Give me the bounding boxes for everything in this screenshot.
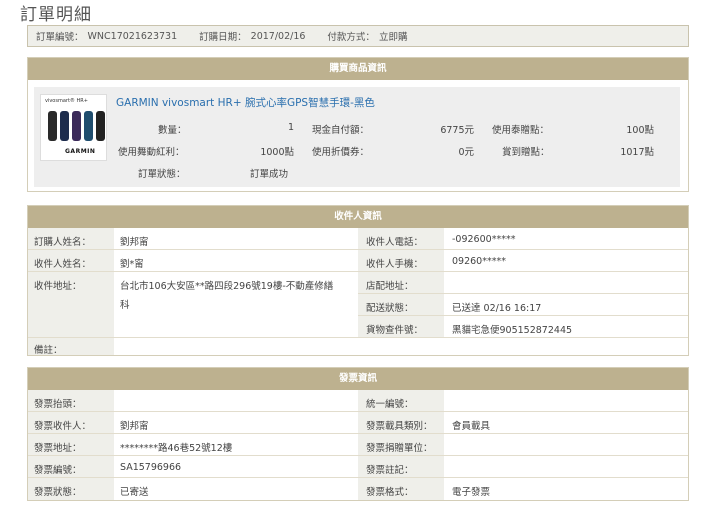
invoice-number-value: SA15796966 (120, 462, 182, 473)
invoice-title-label: 發票抬頭： (34, 399, 82, 410)
shipping-status-label: 配送狀態： (366, 303, 414, 314)
product-card: vivosmart® HR+ GARMIN GARMIN vivosmart H… (34, 87, 680, 187)
payment-method-label: 付款方式： (327, 32, 375, 43)
divider (358, 293, 688, 294)
divider (28, 271, 688, 272)
invoice-format-label: 發票格式： (366, 487, 414, 498)
cash-value: 6775元 (440, 125, 474, 136)
tracking-number-label: 貨物查件號： (366, 325, 424, 336)
invoice-status-label: 發票狀態： (34, 487, 82, 498)
cash-label: 現金自付額： (312, 125, 370, 136)
recipient-section-header: 收件人資訊 (28, 206, 688, 228)
invoice-carrier-label: 發票載具類別： (366, 421, 433, 432)
recipient-address-value-line1: 台北市106大安區**路四段296號19樓-不動產修繕 (120, 281, 334, 292)
invoice-recipient-label: 發票收件人： (34, 421, 92, 432)
invoice-recipient-value: 劉邦甯 (120, 421, 149, 432)
divider (358, 315, 688, 316)
invoice-number-label: 發票編號： (34, 465, 82, 476)
recipient-mobile-value: 09260***** (452, 256, 506, 267)
invoice-address-value: ********路46巷52號12樓 (120, 443, 233, 454)
invoice-remark-label: 發票註記： (366, 465, 414, 476)
invoice-section: 發票資訊 發票抬頭： 統一編號： 發票收件人： 劉邦甯 發票載具類別： 會員載具… (27, 367, 689, 501)
order-status-label: 訂單狀態： (138, 169, 186, 180)
band-navy (60, 111, 69, 141)
band-black (48, 111, 57, 141)
recipient-address-label: 收件地址： (34, 281, 82, 292)
recipient-phone-label: 收件人電話： (366, 237, 424, 248)
recipient-name-value: 劉*甯 (120, 259, 144, 270)
purchase-section: 購買商品資訊 vivosmart® HR+ GARMIN GARMIN vivo… (27, 57, 689, 192)
payment-method-value: 立即購 (378, 32, 408, 43)
divider (28, 337, 688, 338)
divider (28, 455, 688, 456)
note-label: 備註： (34, 345, 63, 356)
divider (28, 433, 688, 434)
invoice-carrier-value: 會員載具 (452, 421, 491, 432)
store-address-label: 店配地址： (366, 281, 414, 292)
recipient-phone-value: -092600***** (452, 234, 516, 245)
invoice-format-value: 電子發票 (452, 487, 491, 498)
unified-number-label: 統一編號： (366, 399, 414, 410)
buyer-name-label: 訂購人姓名： (34, 237, 92, 248)
divider (28, 249, 688, 250)
earned-points-label: 賞到贈點： (502, 147, 550, 158)
order-date-value: 2017/02/16 (250, 30, 306, 42)
band-dark (96, 111, 105, 141)
band-blue (84, 111, 93, 141)
product-image-caption: vivosmart® HR+ (45, 98, 88, 104)
purchase-section-header: 購買商品資訊 (28, 58, 688, 80)
shipping-status-value: 已送達 02/16 16:17 (452, 303, 542, 314)
product-image-brand: GARMIN (65, 148, 96, 155)
coupon-label: 使用折價券： (312, 147, 370, 158)
bonus-value: 1000點 (260, 147, 294, 158)
order-date-label: 訂購日期： (199, 32, 247, 43)
earned-points-value: 1017點 (620, 147, 654, 158)
divider (28, 477, 688, 478)
buyer-name-value: 劉邦甯 (120, 237, 149, 248)
recipient-grid: 訂購人姓名： 劉邦甯 收件人電話： -092600***** 收件人姓名： 劉*… (28, 228, 688, 356)
bonus-label: 使用舞動紅利： (118, 147, 185, 158)
coupon-value: 0元 (458, 147, 474, 158)
band-purple (72, 111, 81, 141)
recipient-address-value-line2: 科 (120, 300, 130, 311)
quantity-label: 數量： (158, 125, 187, 136)
divider (28, 411, 688, 412)
points-used-value: 100點 (626, 125, 654, 136)
recipient-mobile-label: 收件人手機： (366, 259, 424, 270)
recipient-name-label: 收件人姓名： (34, 259, 92, 270)
recipient-section: 收件人資訊 訂購人姓名： 劉邦甯 收件人電話： -092600***** 收件人… (27, 205, 689, 356)
invoice-address-label: 發票地址： (34, 443, 82, 454)
invoice-grid: 發票抬頭： 統一編號： 發票收件人： 劉邦甯 發票載具類別： 會員載具 發票地址… (28, 390, 688, 500)
invoice-status-value: 已寄送 (120, 487, 149, 498)
page-title: 訂單明細 (20, 5, 92, 25)
order-no-value: WNC17021623731 (87, 30, 178, 42)
quantity-value: 1 (287, 122, 294, 133)
order-no-label: 訂單編號： (36, 32, 84, 43)
invoice-section-header: 發票資訊 (28, 368, 688, 390)
invoice-donation-label: 發票捐贈單位： (366, 443, 433, 454)
product-image[interactable]: vivosmart® HR+ GARMIN (40, 94, 107, 161)
points-used-label: 使用泰贈點： (492, 125, 550, 136)
order-status-value: 訂單成功 (250, 169, 289, 180)
order-summary-bar: 訂單編號： WNC17021623731 訂購日期： 2017/02/16 付款… (27, 25, 689, 47)
product-name-link[interactable]: GARMIN vivosmart HR+ 腕式心率GPS智慧手環-黑色 (116, 95, 375, 110)
tracking-number-value[interactable]: 黑貓宅急便905152872445 (452, 322, 572, 336)
